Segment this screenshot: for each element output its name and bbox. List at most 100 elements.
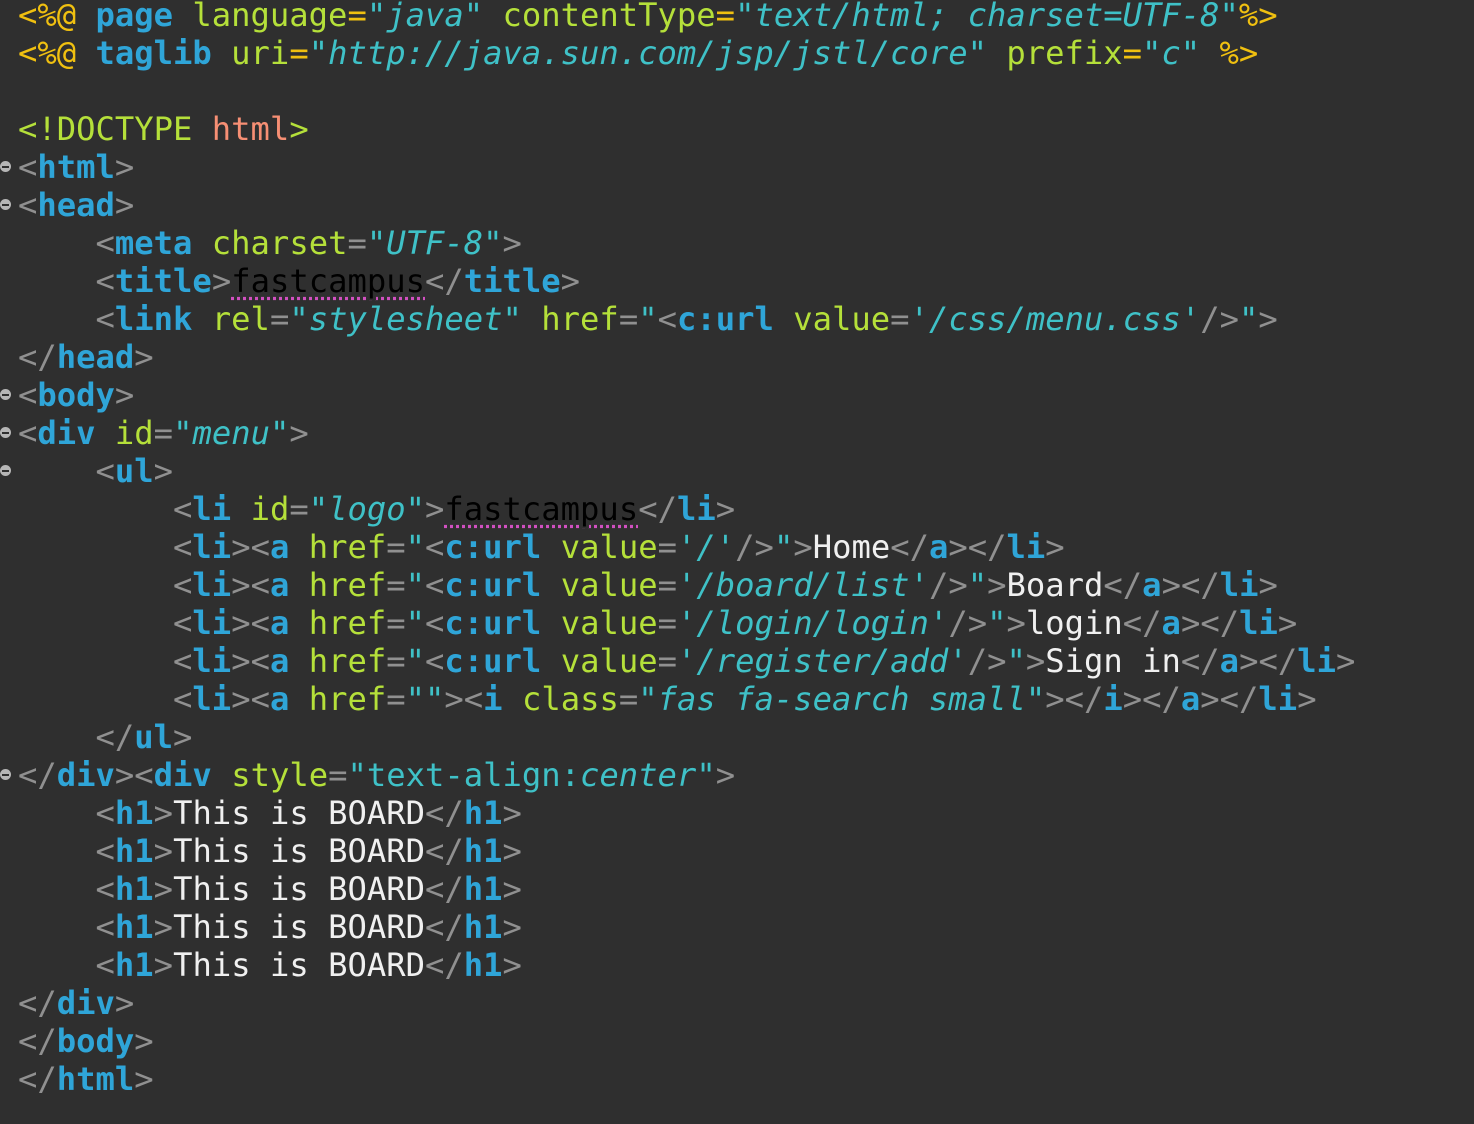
- code-token: <: [173, 528, 193, 566]
- code-token: <: [18, 376, 38, 414]
- code-line[interactable]: </div><div style="text-align:center">: [18, 756, 735, 794]
- code-line[interactable]: <h1>This is BOARD</h1>: [18, 946, 522, 984]
- code-token: menu: [192, 414, 270, 452]
- code-token: body: [37, 376, 115, 414]
- code-token: <: [18, 414, 38, 452]
- code-line[interactable]: <%@ taglib uri="http://java.sun.com/jsp/…: [18, 34, 1258, 72]
- code-token: meta: [114, 224, 193, 262]
- code-token: "java": [366, 0, 484, 34]
- fold-collapse-icon[interactable]: [0, 769, 11, 780]
- code-token: =: [347, 224, 367, 262]
- code-line[interactable]: </body>: [18, 1022, 154, 1060]
- code-line[interactable]: <h1>This is BOARD</h1>: [18, 870, 522, 908]
- code-token: li: [1297, 642, 1336, 680]
- code-token: >: [153, 832, 174, 870]
- code-line[interactable]: </html>: [18, 1060, 1471, 1098]
- code-line[interactable]: <h1>This is BOARD</h1>: [18, 794, 522, 832]
- code-token: ": [405, 566, 426, 604]
- code-token: This is BOARD: [173, 908, 425, 946]
- code-token: h1: [114, 946, 154, 984]
- code-token: This is BOARD: [173, 794, 425, 832]
- code-token: href: [289, 604, 387, 642]
- code-line[interactable]: <li><a href=""><i class="fas fa-search s…: [18, 680, 1317, 718]
- code-token: title: [114, 262, 212, 300]
- code-token: ></: [1180, 604, 1240, 642]
- code-line[interactable]: </div>: [18, 984, 134, 1022]
- code-token: "c": [1142, 34, 1201, 72]
- code-token: </: [424, 946, 464, 984]
- code-token: c:url: [676, 300, 774, 338]
- code-token: fas fa-search small: [657, 680, 1026, 718]
- code-line[interactable]: <body>: [18, 376, 134, 414]
- code-token: />: [967, 642, 1007, 680]
- code-token: Home: [812, 528, 891, 566]
- code-token: href: [521, 300, 619, 338]
- code-token: a: [269, 642, 290, 680]
- code-token: </: [18, 1022, 57, 1060]
- code-token: =: [289, 490, 309, 528]
- code-token: >: [1006, 604, 1026, 642]
- code-token: =: [347, 0, 367, 34]
- code-token: li: [1219, 566, 1259, 604]
- code-token: >: [502, 946, 522, 984]
- code-token: =: [715, 0, 736, 34]
- code-token: %>: [1238, 0, 1278, 34]
- code-line[interactable]: </ul>: [18, 718, 193, 756]
- fold-collapse-icon[interactable]: [0, 199, 11, 210]
- code-line[interactable]: <h1>This is BOARD</h1>: [18, 832, 522, 870]
- code-token: >: [502, 832, 522, 870]
- code-line[interactable]: </head>: [18, 338, 154, 376]
- code-token: a: [1142, 566, 1162, 604]
- code-token: value: [541, 642, 658, 680]
- code-token: =: [657, 604, 677, 642]
- code-token: >: [211, 262, 232, 300]
- code-token: ": [502, 300, 522, 338]
- code-line[interactable]: <head>: [18, 186, 134, 224]
- code-token: contentType: [483, 0, 716, 34]
- fold-collapse-icon[interactable]: [0, 389, 11, 400]
- code-token: ><: [444, 680, 484, 718]
- code-editor[interactable]: <%@ page language="java" contentType="te…: [0, 0, 1474, 1124]
- code-token: ><: [231, 566, 270, 604]
- code-token: ul: [114, 452, 154, 490]
- code-token: >: [134, 1022, 154, 1060]
- code-token: ": [366, 224, 387, 262]
- fold-collapse-icon[interactable]: [0, 161, 11, 172]
- code-token: >: [153, 908, 174, 946]
- code-token: class: [502, 680, 619, 718]
- code-line[interactable]: <meta charset="UTF-8">: [18, 224, 522, 262]
- code-token: ': [677, 528, 697, 566]
- code-line[interactable]: <!DOCTYPE html>: [18, 110, 309, 148]
- code-token: ></: [1239, 642, 1298, 680]
- code-line[interactable]: <%@ page language="java" contentType="te…: [18, 0, 1278, 34]
- code-token: body: [56, 1022, 135, 1060]
- code-token: <: [173, 566, 193, 604]
- code-line[interactable]: <li><a href="<c:url value='/register/add…: [18, 642, 1355, 680]
- code-line[interactable]: <li><a href="<c:url value='/login/login'…: [18, 604, 1297, 642]
- code-token: >: [134, 338, 154, 376]
- code-token: </: [95, 718, 135, 756]
- code-line[interactable]: <link rel="stylesheet" href="<c:url valu…: [18, 300, 1278, 338]
- code-token: ><: [231, 680, 270, 718]
- code-token: ": [483, 224, 503, 262]
- code-line[interactable]: <h1>This is BOARD</h1>: [18, 908, 522, 946]
- code-line[interactable]: <ul>: [18, 452, 174, 490]
- code-token: >: [114, 186, 135, 224]
- code-token: >: [502, 794, 522, 832]
- fold-collapse-icon[interactable]: [0, 427, 11, 438]
- code-token: This is BOARD: [173, 946, 425, 984]
- code-token: ></: [1200, 680, 1259, 718]
- code-line[interactable]: <li><a href="<c:url value='/board/list'/…: [18, 566, 1278, 604]
- code-line[interactable]: <div id="menu">: [18, 414, 309, 452]
- code-token: >: [1025, 642, 1046, 680]
- fold-collapse-icon[interactable]: [0, 465, 11, 476]
- code-token: value: [541, 528, 658, 566]
- code-token: center: [580, 756, 697, 794]
- code-token: ></: [948, 528, 1007, 566]
- code-line[interactable]: <li id="logo">fastcampus</li>: [18, 490, 735, 528]
- code-line[interactable]: <title>fastcampus</title>: [18, 262, 581, 300]
- code-line[interactable]: <li><a href="<c:url value='/'/>">Home</a…: [18, 528, 1065, 566]
- code-token: <%@: [18, 0, 96, 34]
- code-line[interactable]: <html>: [18, 148, 134, 186]
